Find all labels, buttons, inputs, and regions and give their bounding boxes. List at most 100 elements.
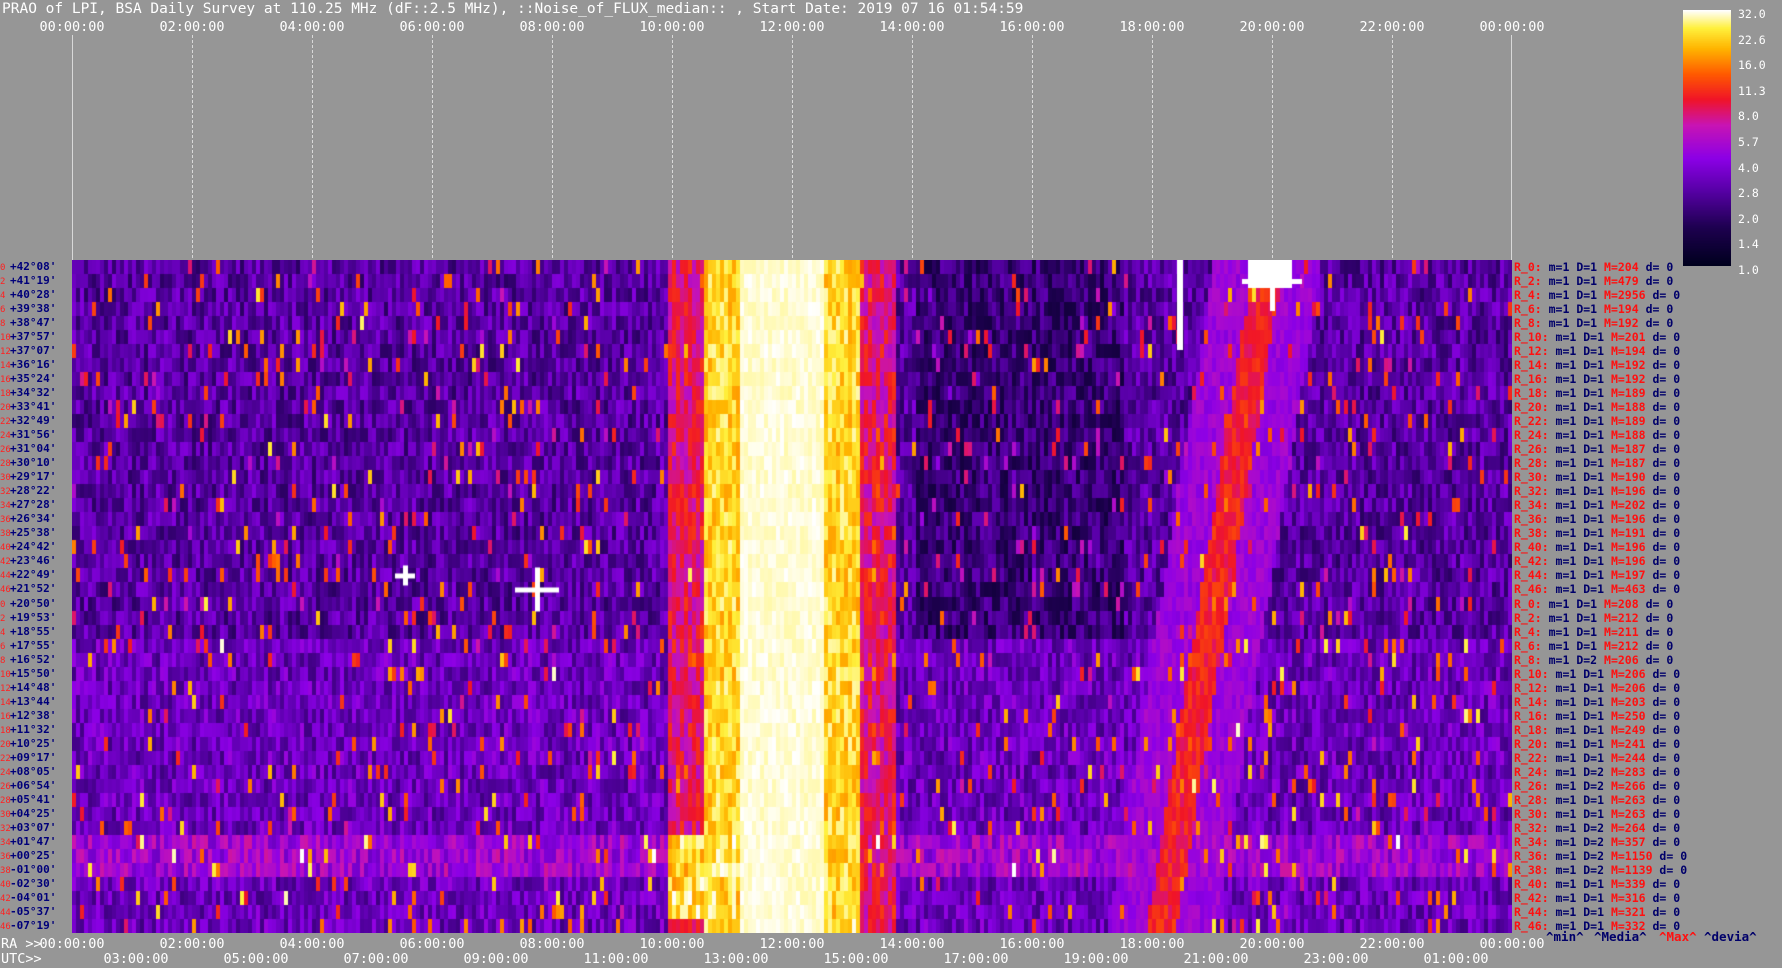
stat-m: m=1 [1555, 876, 1584, 891]
ra-tick-label: 10:00:00 [639, 936, 705, 952]
stat-d: D=1 [1583, 666, 1611, 681]
stat-r: R_46: [1514, 582, 1556, 597]
stat-m: m=1 [1555, 372, 1584, 387]
utc-axis-prefix: UTC>> [1, 951, 42, 967]
stat-dv: d= 0 [1652, 582, 1681, 597]
colorbar-tick: 1.4 [1738, 237, 1759, 252]
stat-m: m=1 [1555, 330, 1584, 345]
row-stat: R_18: m=1 D=1 M=249 d= 0 [1514, 723, 1680, 737]
stat-r: R_20: [1514, 736, 1556, 751]
stat-mx: M=187 [1610, 442, 1653, 457]
dec-row-label: 44+22°49' [0, 568, 72, 582]
row-index: 8 [0, 655, 6, 666]
dec-row-label: 36+26°34' [0, 512, 72, 526]
stat-dv: d= 0 [1652, 386, 1681, 401]
ra-tick-label: 16:00:00 [999, 936, 1065, 952]
row-stat: R_4: m=1 D=1 M=2956 d= 0 [1514, 288, 1680, 302]
stat-r: R_44: [1514, 568, 1556, 583]
stat-mx: M=188 [1610, 400, 1653, 415]
declination: +24°42' [10, 540, 57, 554]
stat-mx: M=1139 [1610, 862, 1660, 877]
dec-row-label: 24+31°56' [0, 428, 72, 442]
dec-row-label: 14+13°44' [0, 695, 72, 709]
stat-d: D=1 [1583, 428, 1611, 443]
stat-m: m=1 [1555, 428, 1584, 443]
stat-dv: d= 0 [1645, 316, 1674, 331]
row-index: 4 [0, 291, 6, 302]
row-stat: R_12: m=1 D=1 M=206 d= 0 [1514, 681, 1680, 695]
stat-r: R_32: [1514, 484, 1556, 499]
colorbar-tick: 11.3 [1738, 83, 1766, 98]
row-index: 22 [0, 417, 11, 428]
row-index: 34 [0, 501, 11, 512]
dec-row-label: 8 +38°47' [0, 316, 72, 330]
row-index: 44 [0, 907, 11, 918]
row-stat: R_4: m=1 D=1 M=211 d= 0 [1514, 625, 1673, 639]
dec-row-label: 4 +18°55' [0, 625, 72, 639]
stat-d: D=1 [1576, 302, 1605, 317]
row-index: 16 [0, 375, 11, 386]
stat-d: D=1 [1583, 358, 1611, 373]
stat-mx: M=316 [1610, 890, 1653, 905]
stat-r: R_42: [1514, 890, 1556, 905]
stat-dv: d= 0 [1652, 680, 1681, 695]
row-index: 0 [0, 263, 6, 273]
declination: +01°47' [10, 834, 57, 848]
row-stat: R_22: m=1 D=1 M=244 d= 0 [1514, 751, 1680, 765]
stat-m: m=1 [1555, 358, 1584, 373]
declination: +37°57' [10, 330, 57, 344]
stat-m: m=1 [1548, 302, 1577, 317]
declination: +05°41' [10, 792, 57, 806]
row-index: 18 [0, 389, 11, 400]
top-tick-label: 00:00:00 [39, 19, 105, 35]
stat-r: R_32: [1514, 820, 1556, 835]
row-stat: R_12: m=1 D=1 M=194 d= 0 [1514, 344, 1680, 358]
row-index: 16 [0, 711, 11, 722]
stat-r: R_4: [1514, 624, 1549, 639]
dec-row-label: 0 +20°50' [0, 597, 72, 611]
colorbar-tick: 8.0 [1738, 109, 1759, 124]
stat-dv: d= 0 [1652, 708, 1681, 723]
stat-dv: d= 0 [1652, 722, 1681, 737]
stat-mx: M=201 [1610, 330, 1653, 345]
stat-dv: d= 0 [1652, 512, 1681, 527]
stat-mx: M=206 [1610, 680, 1653, 695]
declination: +33°41' [10, 400, 57, 414]
row-index: 30 [0, 809, 11, 820]
stat-r: R_2: [1514, 610, 1549, 625]
stat-mx: M=188 [1610, 428, 1653, 443]
stat-d: D=1 [1576, 596, 1605, 611]
colorbar-tick: 4.0 [1738, 160, 1759, 175]
row-index: 38 [0, 865, 11, 876]
stat-d: D=1 [1583, 400, 1611, 415]
stat-dv: d= 0 [1652, 694, 1681, 709]
dec-row-label: 6 +17°55' [0, 639, 72, 653]
declination: +32°49' [10, 414, 57, 428]
stat-m: m=1 [1548, 638, 1577, 653]
row-stat: R_28: m=1 D=1 M=263 d= 0 [1514, 793, 1680, 807]
stat-dv: d= 0 [1652, 568, 1681, 583]
declination: +00°25' [10, 848, 57, 862]
declination: +29°17' [10, 470, 57, 484]
stat-d: D=1 [1576, 316, 1605, 331]
dec-row-label: 18+11°32' [0, 723, 72, 737]
stat-d: D=1 [1583, 582, 1611, 597]
utc-tick-label: 09:00:00 [463, 951, 529, 967]
stat-d: D=1 [1583, 806, 1611, 821]
stat-r: R_0: [1514, 260, 1549, 274]
row-stat: R_44: m=1 D=1 M=197 d= 0 [1514, 568, 1680, 582]
stat-d: D=1 [1576, 610, 1605, 625]
stat-mx: M=197 [1610, 568, 1653, 583]
stat-mx: M=189 [1610, 414, 1653, 429]
stat-dv: d= 0 [1652, 666, 1681, 681]
stat-mx: M=192 [1610, 372, 1653, 387]
declination: +39°38' [10, 302, 57, 316]
row-index: 14 [0, 697, 11, 708]
stat-d: D=1 [1576, 274, 1605, 289]
row-stat: R_6: m=1 D=1 M=194 d= 0 [1514, 302, 1673, 316]
stat-dv: d= 0 [1652, 540, 1681, 555]
top-tick-label: 16:00:00 [999, 19, 1065, 35]
stat-mx: M=189 [1610, 386, 1653, 401]
stat-m: m=1 [1555, 778, 1584, 793]
row-stat: R_10: m=1 D=1 M=206 d= 0 [1514, 667, 1680, 681]
